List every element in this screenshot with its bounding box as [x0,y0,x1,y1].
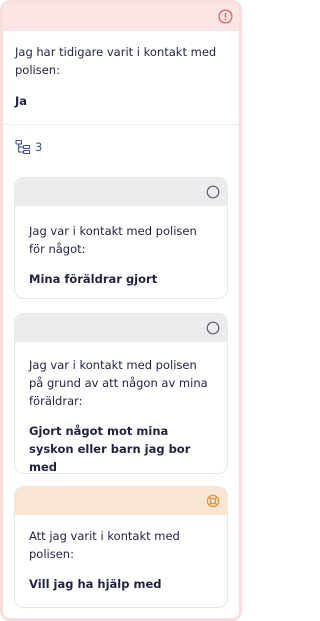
card-question-text: Jag var i kontakt med polisen på grund a… [29,358,208,408]
subtree-count: 3 [35,140,43,154]
card-answer: Mina föräldrar gjort [29,272,158,286]
sub-question-card[interactable]: Jag var i kontakt med polisen på grund a… [14,313,228,474]
divider [3,124,239,125]
card-question-text: Att jag varit i kontakt med polisen: [29,529,180,561]
subtree-toggle[interactable]: 3 [15,137,42,157]
circle-outline-icon [206,321,220,335]
question-text: Jag har tidigare varit i kontakt med pol… [15,45,217,77]
card-answer: Gjort något mot mina syskon eller barn j… [29,424,191,474]
card-answer: Vill jag ha hjälp med [29,577,162,591]
card-header [15,178,227,206]
question-panel: Jag har tidigare varit i kontakt med pol… [0,0,242,621]
panel-header [3,3,239,31]
sub-question-card[interactable]: Att jag varit i kontakt med polisen: Vil… [14,486,228,608]
alert-icon[interactable] [218,9,233,24]
question-answer: Ja [15,94,28,108]
circle-outline-icon [206,185,220,199]
card-header [15,487,227,515]
sub-question-card[interactable]: Jag var i kontakt med polisen för något:… [14,177,228,299]
lifebuoy-icon [206,494,220,508]
card-header [15,314,227,342]
subtree-icon [15,139,31,155]
card-question-text: Jag var i kontakt med polisen för något: [29,224,197,256]
